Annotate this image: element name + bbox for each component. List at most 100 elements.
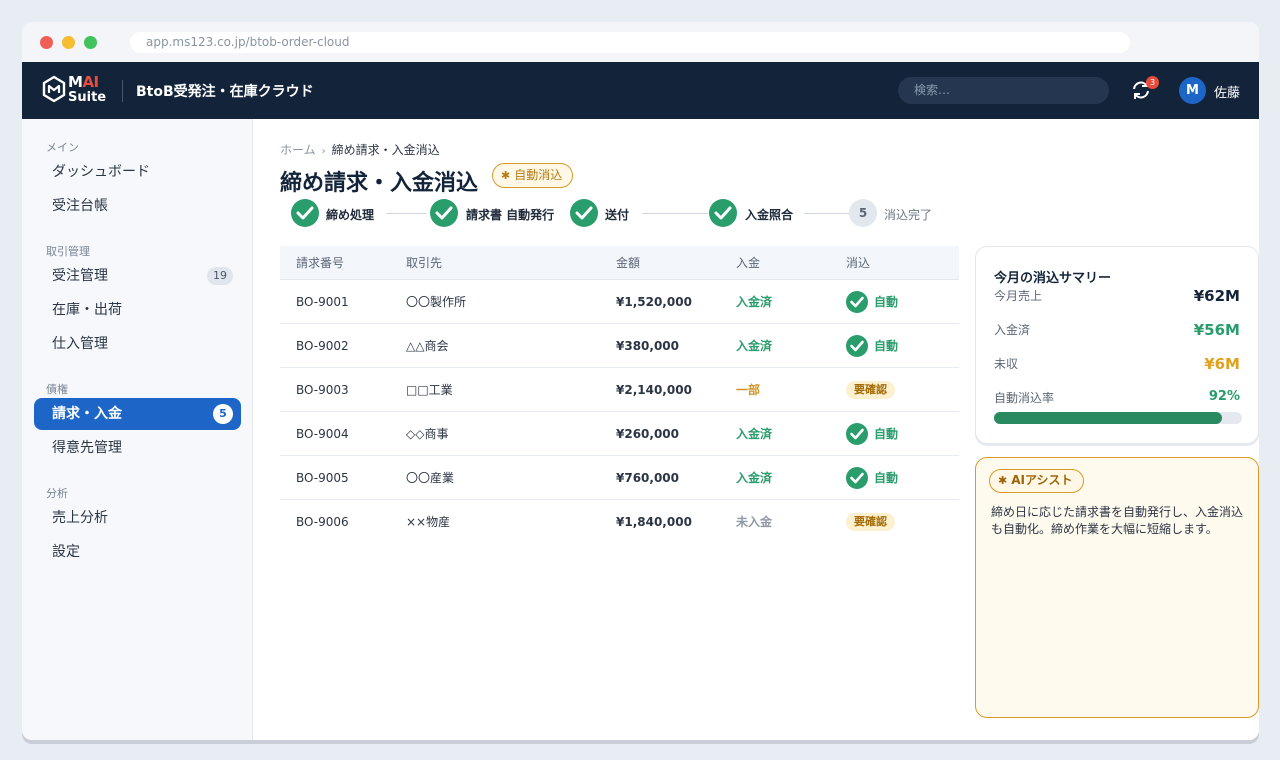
invoice-number: BO-9005 <box>296 471 349 485</box>
amount: ¥1,840,000 <box>616 515 692 529</box>
partner-name: 〇〇製作所 <box>406 295 467 309</box>
address-bar[interactable]: app.ms123.co.jp/btob-order-cloud <box>130 32 1130 53</box>
column-header-invoice[interactable]: 請求番号 <box>296 246 344 280</box>
auto-rate-label: 自動消込率 <box>994 391 1055 405</box>
search-input[interactable]: 検索… <box>898 77 1109 104</box>
logo-text: MAI <box>68 73 99 91</box>
column-header-reconcile[interactable]: 消込 <box>846 246 870 280</box>
auto-rate-progress-fill <box>994 412 1223 424</box>
sidebar-item-billing[interactable]: 請求・入金 5 <box>34 398 241 430</box>
auto-rate-progress-bar <box>994 412 1242 424</box>
breadcrumb-home-link[interactable]: ホーム <box>280 143 316 157</box>
ai-assist-badge: ✱ AIアシスト <box>989 469 1084 493</box>
check-circle-icon <box>846 467 868 489</box>
column-header-partner[interactable]: 取引先 <box>406 246 442 280</box>
partner-name: ××物産 <box>406 515 451 529</box>
sidebar-item-order-management[interactable]: 受注管理 19 <box>34 260 241 292</box>
table-row[interactable]: BO-9001 〇〇製作所 ¥1,520,000 入金済 自動 <box>280 280 959 324</box>
sidebar-item-label: 請求・入金 <box>52 406 122 422</box>
maximize-window-button[interactable] <box>84 36 97 49</box>
nav-group-main: メイン <box>46 141 79 154</box>
invoice-number: BO-9004 <box>296 427 349 441</box>
sidebar-item-purchase[interactable]: 仕入管理 <box>34 328 241 360</box>
payment-status: 一部 <box>736 383 761 397</box>
received-label: 入金済 <box>994 323 1031 337</box>
check-circle-icon <box>846 423 868 445</box>
payment-status: 入金済 <box>736 471 773 485</box>
reconcile-needs-review-badge[interactable]: 要確認 <box>846 381 895 399</box>
user-avatar[interactable]: M <box>1179 77 1206 104</box>
billing-count-badge: 5 <box>213 404 233 424</box>
nav-group-analysis: 分析 <box>46 487 68 500</box>
step-2-label: 請求書 自動発行 <box>466 208 555 222</box>
amount: ¥2,140,000 <box>616 383 692 397</box>
sparkle-icon: ✱ <box>501 169 511 182</box>
step-connector <box>386 213 426 214</box>
page-title: 締め請求・入金消込 <box>280 171 479 196</box>
column-header-payment[interactable]: 入金 <box>736 246 760 280</box>
step-3-label: 送付 <box>605 208 630 222</box>
sales-label: 今月売上 <box>994 289 1043 303</box>
step-5-number: 5 <box>849 199 877 227</box>
amount: ¥1,520,000 <box>616 295 692 309</box>
app-header: MAI Suite BtoB受発注・在庫クラウド 検索… 3 M 佐藤 <box>22 62 1259 119</box>
step-1-check-icon <box>291 199 319 227</box>
step-5-label: 消込完了 <box>884 208 933 222</box>
breadcrumb: ホーム › 締め請求・入金消込 <box>280 141 440 158</box>
ai-assist-message: 締め日に応じた請求書を自動発行し、入金消込も自動化。締め作業を大幅に短縮します。 <box>991 505 1244 536</box>
payment-status: 入金済 <box>736 339 773 353</box>
invoice-number: BO-9006 <box>296 515 349 529</box>
chevron-right-icon: › <box>321 146 326 157</box>
invoice-number: BO-9001 <box>296 295 349 309</box>
close-window-button[interactable] <box>40 36 53 49</box>
app-window: app.ms123.co.jp/btob-order-cloud MAI Sui… <box>22 22 1259 740</box>
header-divider <box>122 80 123 102</box>
sidebar-item-customers[interactable]: 得意先管理 <box>34 432 241 464</box>
step-2-check-icon <box>430 199 458 227</box>
step-3-check-icon <box>570 199 598 227</box>
notification-count-badge: 3 <box>1146 76 1159 89</box>
partner-name: 〇〇産業 <box>406 471 455 485</box>
sidebar-item-order-ledger[interactable]: 受注台帳 <box>34 190 241 222</box>
minimize-window-button[interactable] <box>62 36 75 49</box>
sidebar-item-inventory[interactable]: 在庫・出荷 <box>34 294 241 326</box>
table-row[interactable]: BO-9004 ◇◇商事 ¥260,000 入金済 自動 <box>280 412 959 456</box>
table-row[interactable]: BO-9003 □□工業 ¥2,140,000 一部 要確認 <box>280 368 959 412</box>
main-content: ホーム › 締め請求・入金消込 締め請求・入金消込 ✱ 自動消込 締め処理 請求書 自… <box>254 119 1259 740</box>
ai-assist-card: ✱ AIアシスト 締め日に応じた請求書を自動発行し、入金消込も自動化。締め作業を大… <box>975 457 1259 718</box>
partner-name: □□工業 <box>406 383 453 397</box>
table-row[interactable]: BO-9002 △△商会 ¥380,000 入金済 自動 <box>280 324 959 368</box>
payment-status: 未入金 <box>736 515 773 529</box>
user-name[interactable]: 佐藤 <box>1214 82 1240 101</box>
payment-status: 入金済 <box>736 427 773 441</box>
sidebar-item-sales-analysis[interactable]: 売上分析 <box>34 502 241 534</box>
sidebar-item-settings[interactable]: 設定 <box>34 536 241 568</box>
received-value: ¥56M <box>1193 321 1240 339</box>
table-row[interactable]: BO-9006 ××物産 ¥1,840,000 未入金 要確認 <box>280 500 959 544</box>
auto-rate-value: 92% <box>1208 389 1240 404</box>
payment-status: 入金済 <box>736 295 773 309</box>
step-connector <box>642 213 708 214</box>
reconcile-summary-card: 今月の消込サマリー 今月売上 ¥62M 入金済 ¥56M 未収 ¥6M 自動消込… <box>975 246 1259 444</box>
check-circle-icon <box>846 335 868 357</box>
order-count-badge: 19 <box>207 267 233 285</box>
invoice-number: BO-9003 <box>296 383 349 397</box>
reconcile-needs-review-badge[interactable]: 要確認 <box>846 513 895 531</box>
amount: ¥380,000 <box>616 339 680 353</box>
invoice-number: BO-9002 <box>296 339 349 353</box>
app-logo[interactable]: MAI Suite <box>42 73 112 109</box>
partner-name: △△商会 <box>406 339 449 353</box>
summary-title: 今月の消込サマリー <box>994 271 1112 286</box>
step-1-label: 締め処理 <box>326 208 375 222</box>
logo-mark-icon <box>42 75 66 103</box>
outstanding-label: 未収 <box>994 357 1019 371</box>
sales-value: ¥62M <box>1193 287 1240 305</box>
column-header-amount[interactable]: 金額 <box>616 246 640 280</box>
check-circle-icon <box>846 291 868 313</box>
sidebar: メイン ダッシュボード 受注台帳 取引管理 受注管理 19 在庫・出荷 仕入管理… <box>22 119 253 740</box>
step-4-label: 入金照合 <box>745 208 794 222</box>
app-title: BtoB受発注・在庫クラウド <box>136 84 314 100</box>
sidebar-item-dashboard[interactable]: ダッシュボード <box>34 156 241 188</box>
invoice-table: 請求番号 取引先 金額 入金 消込 BO-9001 〇〇製作所 ¥1,520,0… <box>280 246 959 544</box>
table-row[interactable]: BO-9005 〇〇産業 ¥760,000 入金済 自動 <box>280 456 959 500</box>
